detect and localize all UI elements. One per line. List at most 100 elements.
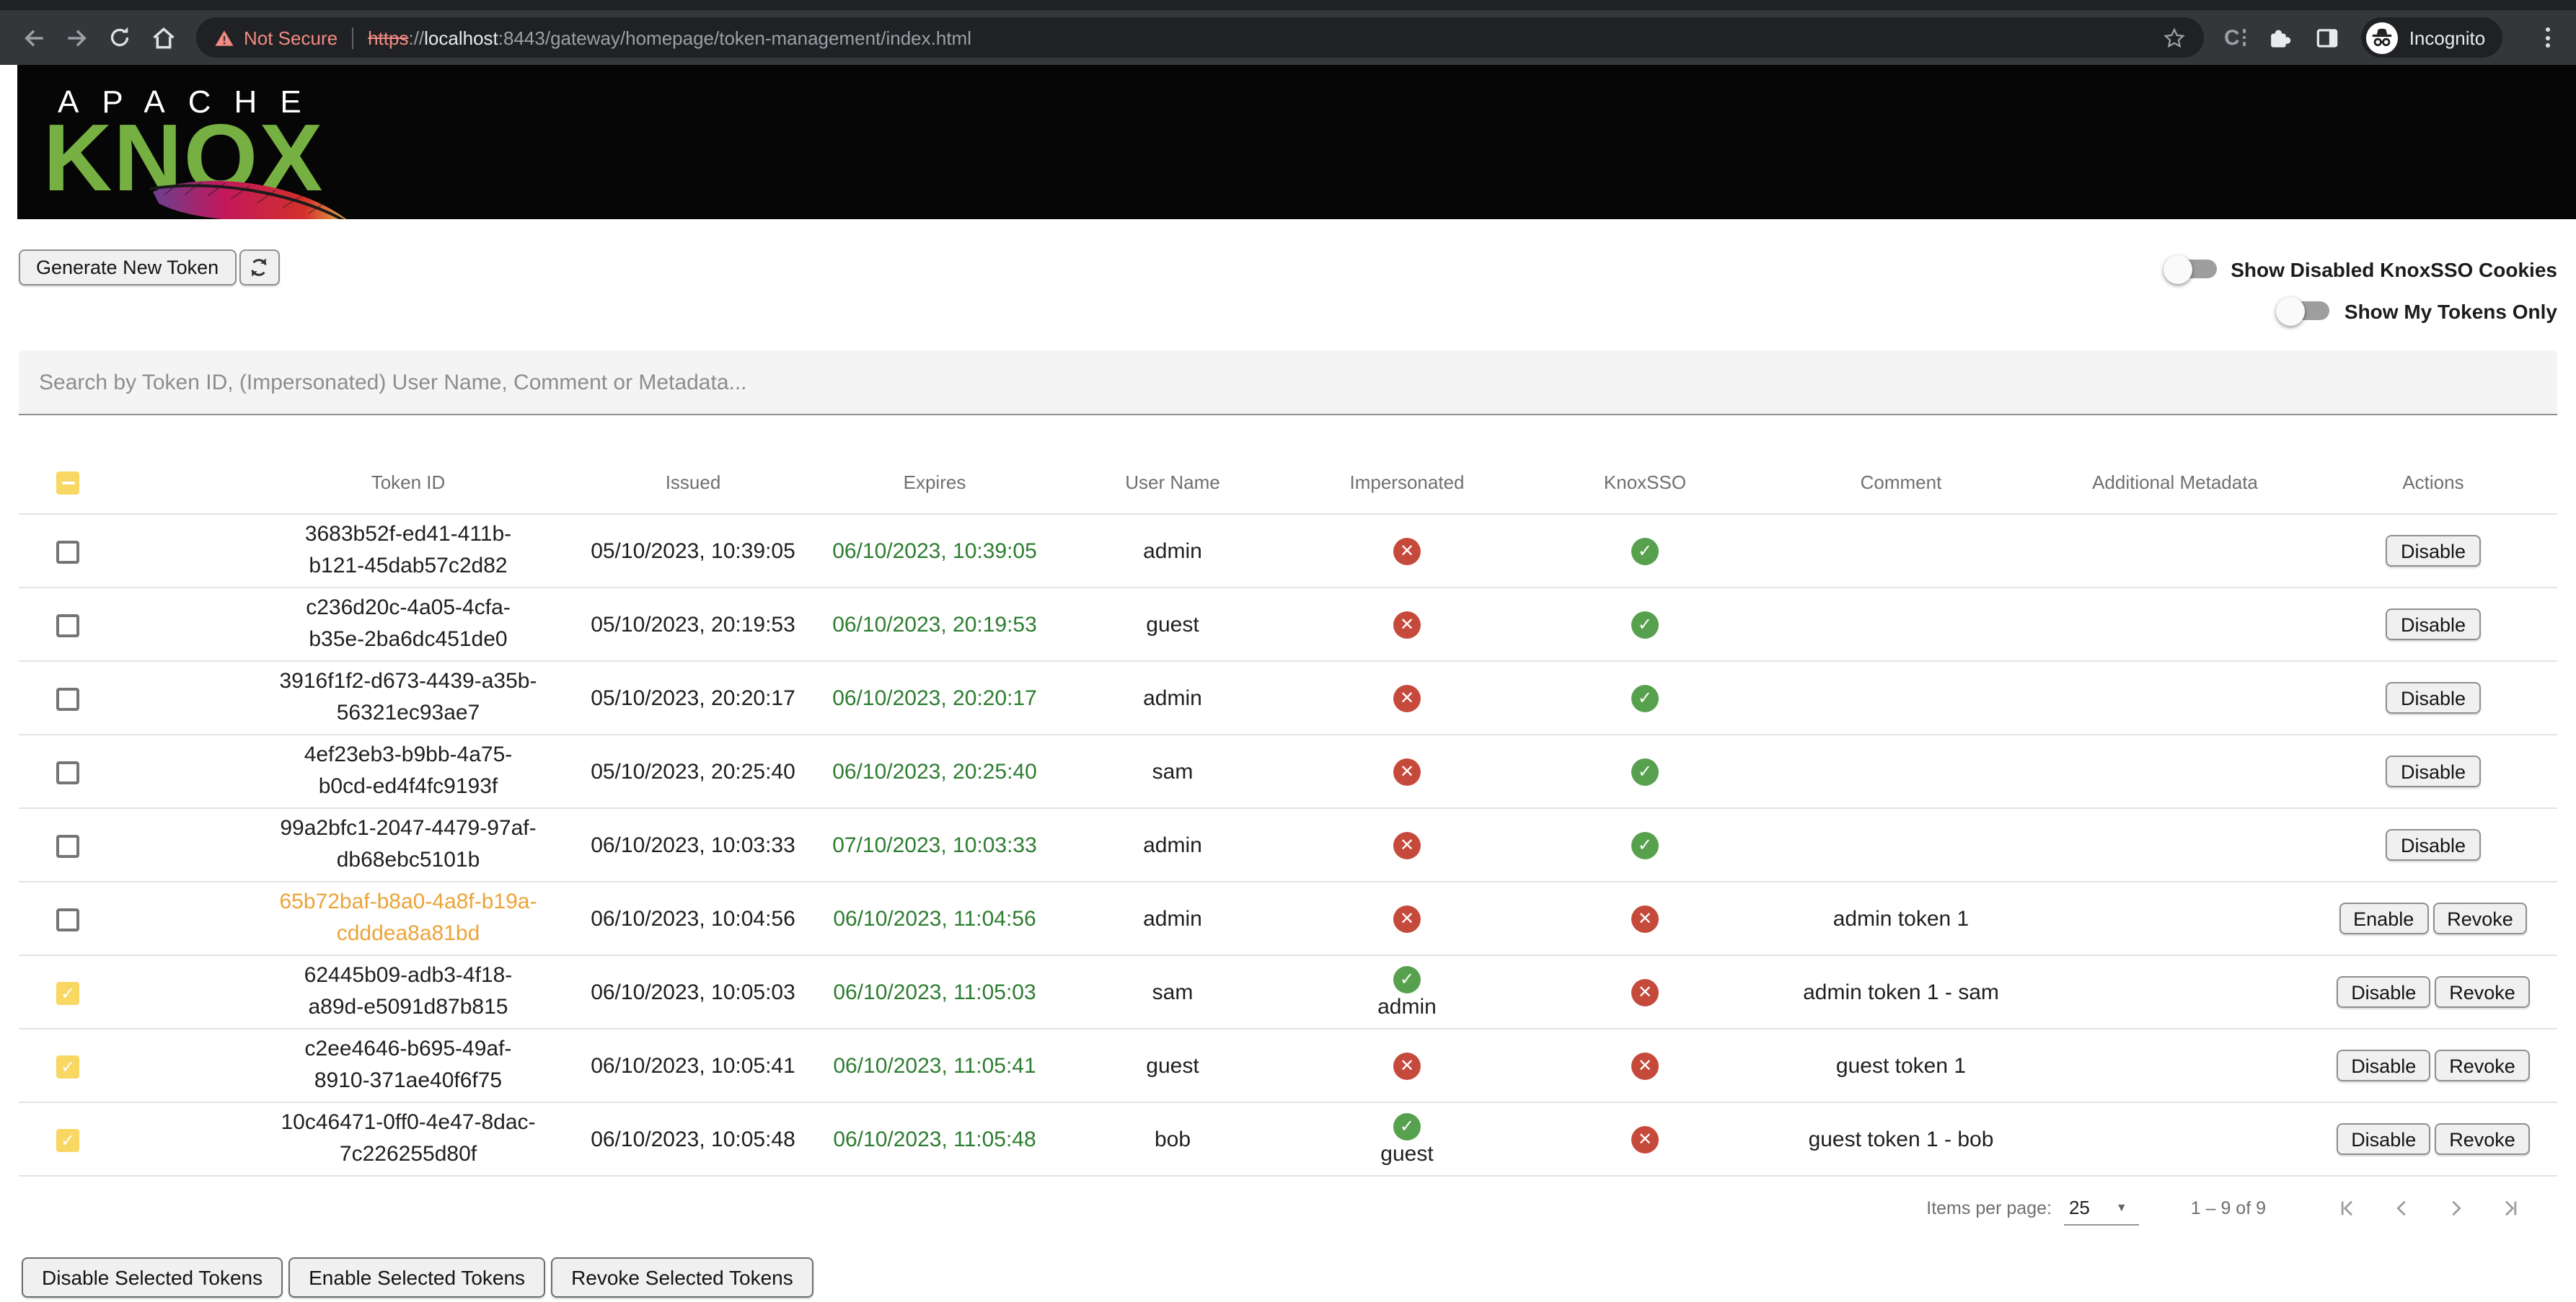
comment: admin token 1 - sam [1764,980,2038,1004]
forward-icon[interactable] [58,19,95,56]
row-checkbox[interactable] [56,540,79,563]
apache-feather-icon [147,169,361,219]
browser-tab-strip [0,0,2576,10]
issued-date: 05/10/2023, 20:19:53 [574,612,812,637]
cross-icon: ✕ [1631,905,1659,932]
comment: guest token 1 [1764,1053,2038,1078]
back-icon[interactable] [14,19,52,56]
row-checkbox[interactable] [56,908,79,931]
address-bar[interactable]: Not Secure https://localhost:8443/gatewa… [196,17,2204,58]
check-icon: ✓ [1631,611,1659,638]
disable-button[interactable]: Disable [2337,976,2430,1008]
search-input[interactable] [19,350,2557,415]
disable-button[interactable]: Disable [2337,1123,2430,1155]
revoke-button[interactable]: Revoke [2432,903,2528,934]
cross-icon: ✕ [1631,1125,1659,1153]
check-icon: ✓ [1631,537,1659,564]
revoke-button[interactable]: Revoke [2435,1050,2530,1081]
disable-button[interactable]: Disable [2386,829,2480,861]
issued-date: 06/10/2023, 10:03:33 [574,833,812,857]
token-id: 4ef23eb3-b9bb-4a75-b0cd-ed4f4fc9193f [156,740,574,803]
show-disabled-knoxsso-label: Show Disabled KnoxSSO Cookies [2231,257,2557,280]
not-secure-label: Not Secure [244,27,338,48]
disable-button[interactable]: Disable [2386,535,2480,567]
check-icon: ✓ [1631,831,1659,859]
row-checkbox[interactable] [56,614,79,637]
revoke-selected-tokens-button[interactable]: Revoke Selected Tokens [551,1257,813,1298]
items-per-page-label: Items per page: [1926,1198,2052,1218]
cross-icon: ✕ [1393,684,1421,712]
issued-date: 06/10/2023, 10:04:56 [574,906,812,931]
enable-selected-tokens-button[interactable]: Enable Selected Tokens [288,1257,545,1298]
disable-button[interactable]: Disable [2386,608,2480,640]
items-per-page-select[interactable]: 25 ▼ [2065,1192,2139,1225]
refresh-button[interactable] [239,249,279,285]
extension-c-icon[interactable]: C [2224,25,2246,50]
first-page-icon[interactable] [2326,1188,2367,1228]
disable-button[interactable]: Disable [2386,682,2480,714]
bookmark-star-icon[interactable] [2162,25,2187,50]
issued-date: 06/10/2023, 10:05:41 [574,1053,812,1078]
last-page-icon[interactable] [2491,1188,2531,1228]
table-header-row: Token ID Issued Expires User Name Impers… [19,451,2557,515]
token-id: 3916f1f2-d673-4439-a35b-56321ec93ae7 [156,666,574,730]
token-id: 3683b52f-ed41-411b-b121-45dab57c2d82 [156,519,574,583]
main-content: Generate New Token Show Disabled KnoxSSO… [19,249,2557,1298]
reload-icon[interactable] [101,19,138,56]
user-name: admin [1057,539,1288,563]
col-header-additional-metadata: Additional Metadata [2038,471,2312,493]
col-header-knoxsso: KnoxSSO [1526,471,1764,493]
disable-button[interactable]: Disable [2337,1050,2430,1081]
table-row: 99a2bfc1-2047-4479-97af-db68ebc5101b 06/… [19,809,2557,882]
extensions-puzzle-icon[interactable] [2267,24,2294,51]
generate-new-token-button[interactable]: Generate New Token [19,249,236,285]
row-checkbox[interactable]: ✓ [56,1128,79,1151]
refresh-icon [248,257,270,278]
table-row: ✓ c2ee4646-b695-49af-8910-371ae40f6f75 0… [19,1029,2557,1103]
user-name: bob [1057,1127,1288,1151]
row-checkbox[interactable] [56,834,79,857]
expires-date: 06/10/2023, 11:05:41 [812,1053,1057,1078]
row-checkbox[interactable] [56,687,79,710]
incognito-icon [2366,21,2399,54]
url-text: https://localhost:8443/gateway/homepage/… [368,27,971,48]
url-scheme: https [368,27,408,48]
token-id: 65b72baf-b8a0-4a8f-b19a-cdddea8a81bd [156,887,574,950]
disable-selected-tokens-button[interactable]: Disable Selected Tokens [22,1257,283,1298]
show-my-tokens-toggle[interactable] [2282,301,2330,320]
browser-menu-icon[interactable] [2540,22,2556,53]
incognito-label: Incognito [2409,27,2486,48]
token-id: c2ee4646-b695-49af-8910-371ae40f6f75 [156,1034,574,1097]
url-host: localhost [424,27,498,48]
table-row: 4ef23eb3-b9bb-4a75-b0cd-ed4f4fc9193f 05/… [19,735,2557,809]
revoke-button[interactable]: Revoke [2435,1123,2530,1155]
row-checkbox[interactable]: ✓ [56,1055,79,1078]
select-all-checkbox[interactable] [56,471,79,495]
issued-date: 05/10/2023, 20:25:40 [574,759,812,784]
revoke-button[interactable]: Revoke [2435,976,2530,1008]
table-row: 65b72baf-b8a0-4a8f-b19a-cdddea8a81bd 06/… [19,882,2557,956]
row-checkbox[interactable]: ✓ [56,981,79,1004]
cross-icon: ✕ [1393,537,1421,564]
table-row: ✓ 62445b09-adb3-4f18-a89d-e5091d87b815 0… [19,956,2557,1029]
user-name: guest [1057,1053,1288,1078]
browser-toolbar: Not Secure https://localhost:8443/gatewa… [0,10,2576,65]
enable-button[interactable]: Enable [2339,903,2428,934]
url-path: :8443/gateway/homepage/token-management/… [498,27,971,48]
paginator-range-label: 1 – 9 of 9 [2191,1198,2266,1218]
check-icon: ✓ [1393,965,1421,993]
previous-page-icon[interactable] [2381,1188,2422,1228]
impersonated-user: guest [1380,1141,1433,1166]
cross-icon: ✕ [1393,831,1421,859]
row-checkbox[interactable] [56,761,79,784]
expires-date: 06/10/2023, 20:19:53 [812,612,1057,637]
next-page-icon[interactable] [2436,1188,2476,1228]
table-row: ✓ 10c46471-0ff0-4e47-8dac-7c226255d80f 0… [19,1103,2557,1177]
col-header-token-id: Token ID [156,466,574,498]
home-icon[interactable] [144,19,182,56]
side-panel-icon[interactable] [2314,24,2342,51]
disable-button[interactable]: Disable [2386,756,2480,787]
show-disabled-knoxsso-toggle[interactable] [2169,260,2216,278]
cross-icon: ✕ [1393,758,1421,785]
check-icon: ✓ [1631,758,1659,785]
